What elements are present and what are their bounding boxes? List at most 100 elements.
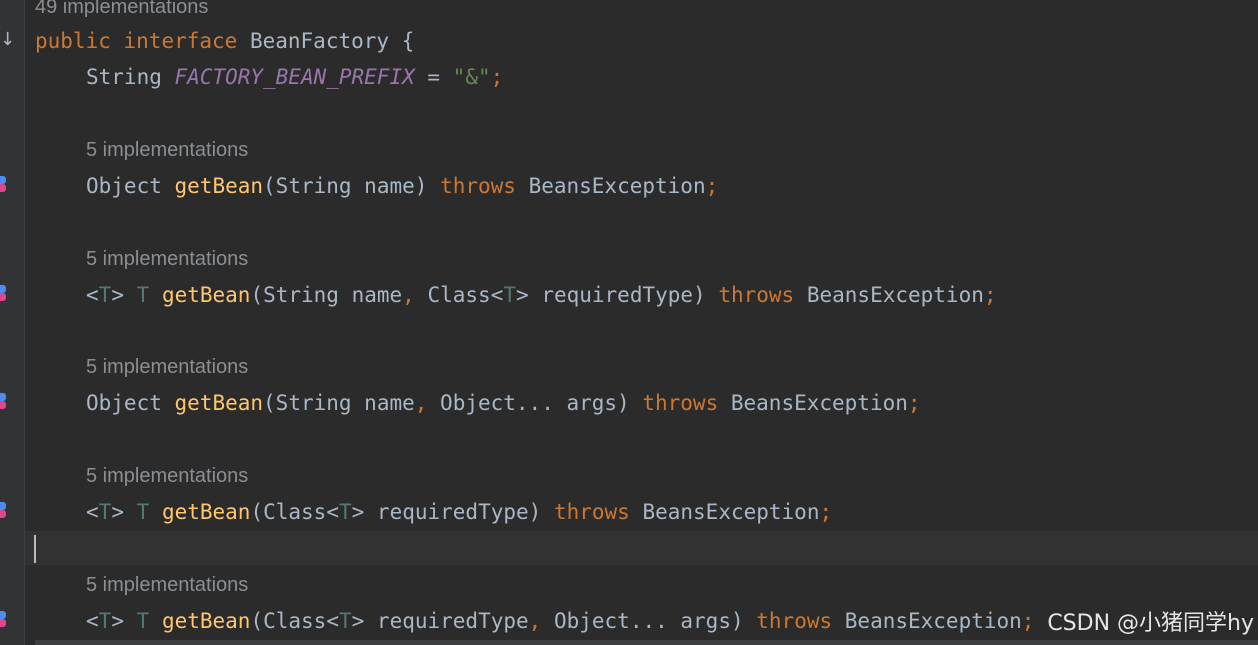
hint-text: 5 implementations <box>86 574 249 596</box>
params-part: (String name <box>250 283 403 307</box>
type-param: T <box>338 609 352 633</box>
type-object: Object <box>86 391 162 415</box>
implementation-marker-icon[interactable] <box>0 176 8 192</box>
implementations-hint[interactable]: 5 implementations <box>35 135 248 165</box>
gt: > <box>351 609 365 633</box>
text-caret <box>34 535 36 563</box>
comma: , <box>414 391 428 415</box>
params-part: Object... args) <box>541 609 744 633</box>
implemented-arrow-icon[interactable]: ↓ <box>0 30 15 50</box>
class-type: Class <box>427 283 491 307</box>
type-param: T <box>503 283 517 307</box>
code-line-getbean-3[interactable]: Object getBean(String name, Object... ar… <box>35 385 921 421</box>
keyword-throws: throws <box>756 609 833 633</box>
semicolon: ; <box>819 500 833 524</box>
open-brace: { <box>389 29 415 53</box>
comma: , <box>528 609 542 633</box>
keyword-throws: throws <box>642 391 719 415</box>
params-part: (Class <box>250 609 327 633</box>
code-editor[interactable]: ↓ 49 implementations public interface Be… <box>0 0 1258 645</box>
keyword-interface: interface <box>123 29 238 53</box>
semicolon: ; <box>705 174 719 198</box>
implementation-marker-icon[interactable] <box>0 611 8 627</box>
gt: > <box>351 500 365 524</box>
gt: > <box>516 283 529 307</box>
editor-gutter[interactable]: ↓ <box>0 0 25 645</box>
code-line-constant[interactable]: String FACTORY_BEAN_PREFIX = "&"; <box>35 59 503 95</box>
lt: < <box>326 609 339 633</box>
type-param: T <box>98 500 112 524</box>
assign-operator: = <box>414 65 453 89</box>
code-line-getbean-5[interactable]: <T> T getBean(Class<T> requiredType, Obj… <box>35 603 1034 639</box>
current-line-highlight <box>25 531 1258 565</box>
hint-text: 5 implementations <box>86 356 249 378</box>
watermark: CSDN @小猪同学hy <box>1047 611 1254 636</box>
semicolon: ; <box>907 391 921 415</box>
implementations-hint[interactable]: 5 implementations <box>35 570 248 600</box>
string-literal: "&" <box>452 65 491 89</box>
code-line-getbean-4[interactable]: <T> T getBean(Class<T> requiredType) thr… <box>35 494 832 530</box>
method-name: getBean <box>161 283 251 307</box>
horizontal-scrollbar[interactable] <box>35 640 1258 645</box>
hint-text: 5 implementations <box>86 248 249 270</box>
exception-type: BeansException <box>642 500 820 524</box>
implementation-marker-icon[interactable] <box>0 285 8 301</box>
implementation-marker-icon[interactable] <box>0 393 8 409</box>
type-object: Object <box>86 174 162 198</box>
keyword-throws: throws <box>553 500 630 524</box>
implementation-marker-icon[interactable] <box>0 502 8 518</box>
implementations-hint[interactable]: 49 implementations <box>35 0 208 22</box>
constant-name: FACTORY_BEAN_PREFIX <box>174 65 415 89</box>
return-type: T <box>136 609 150 633</box>
lt: < <box>86 283 99 307</box>
code-line-interface-decl[interactable]: public interface BeanFactory { <box>35 23 414 59</box>
params-part: Object... args) <box>427 391 630 415</box>
implementations-hint[interactable]: 5 implementations <box>35 244 248 274</box>
method-name: getBean <box>161 609 251 633</box>
keyword-throws: throws <box>718 283 795 307</box>
method-name: getBean <box>161 500 251 524</box>
implementations-hint[interactable]: 5 implementations <box>35 461 248 491</box>
params: (String name) <box>263 174 428 198</box>
method-name: getBean <box>174 391 264 415</box>
type-param: T <box>98 283 112 307</box>
semicolon: ; <box>983 283 997 307</box>
semicolon: ; <box>1021 609 1035 633</box>
semicolon: ; <box>490 65 504 89</box>
params-part: requiredType) <box>528 283 706 307</box>
gt: > <box>111 500 124 524</box>
lt: < <box>490 283 504 307</box>
exception-type: BeansException <box>528 174 706 198</box>
implementations-hint[interactable]: 5 implementations <box>35 352 248 382</box>
params-part: requiredType) <box>364 500 542 524</box>
hint-text: 5 implementations <box>86 139 249 161</box>
gt: > <box>111 609 124 633</box>
params-part: (String name <box>263 391 415 415</box>
return-type: T <box>136 283 150 307</box>
params-part: (Class <box>250 500 327 524</box>
gt: > <box>111 283 124 307</box>
lt: < <box>326 500 339 524</box>
keyword-public: public <box>35 29 111 53</box>
code-line-getbean-1[interactable]: Object getBean(String name) throws Beans… <box>35 168 718 204</box>
code-line-getbean-2[interactable]: <T> T getBean(String name, Class<T> requ… <box>35 277 997 313</box>
type-param: T <box>98 609 112 633</box>
